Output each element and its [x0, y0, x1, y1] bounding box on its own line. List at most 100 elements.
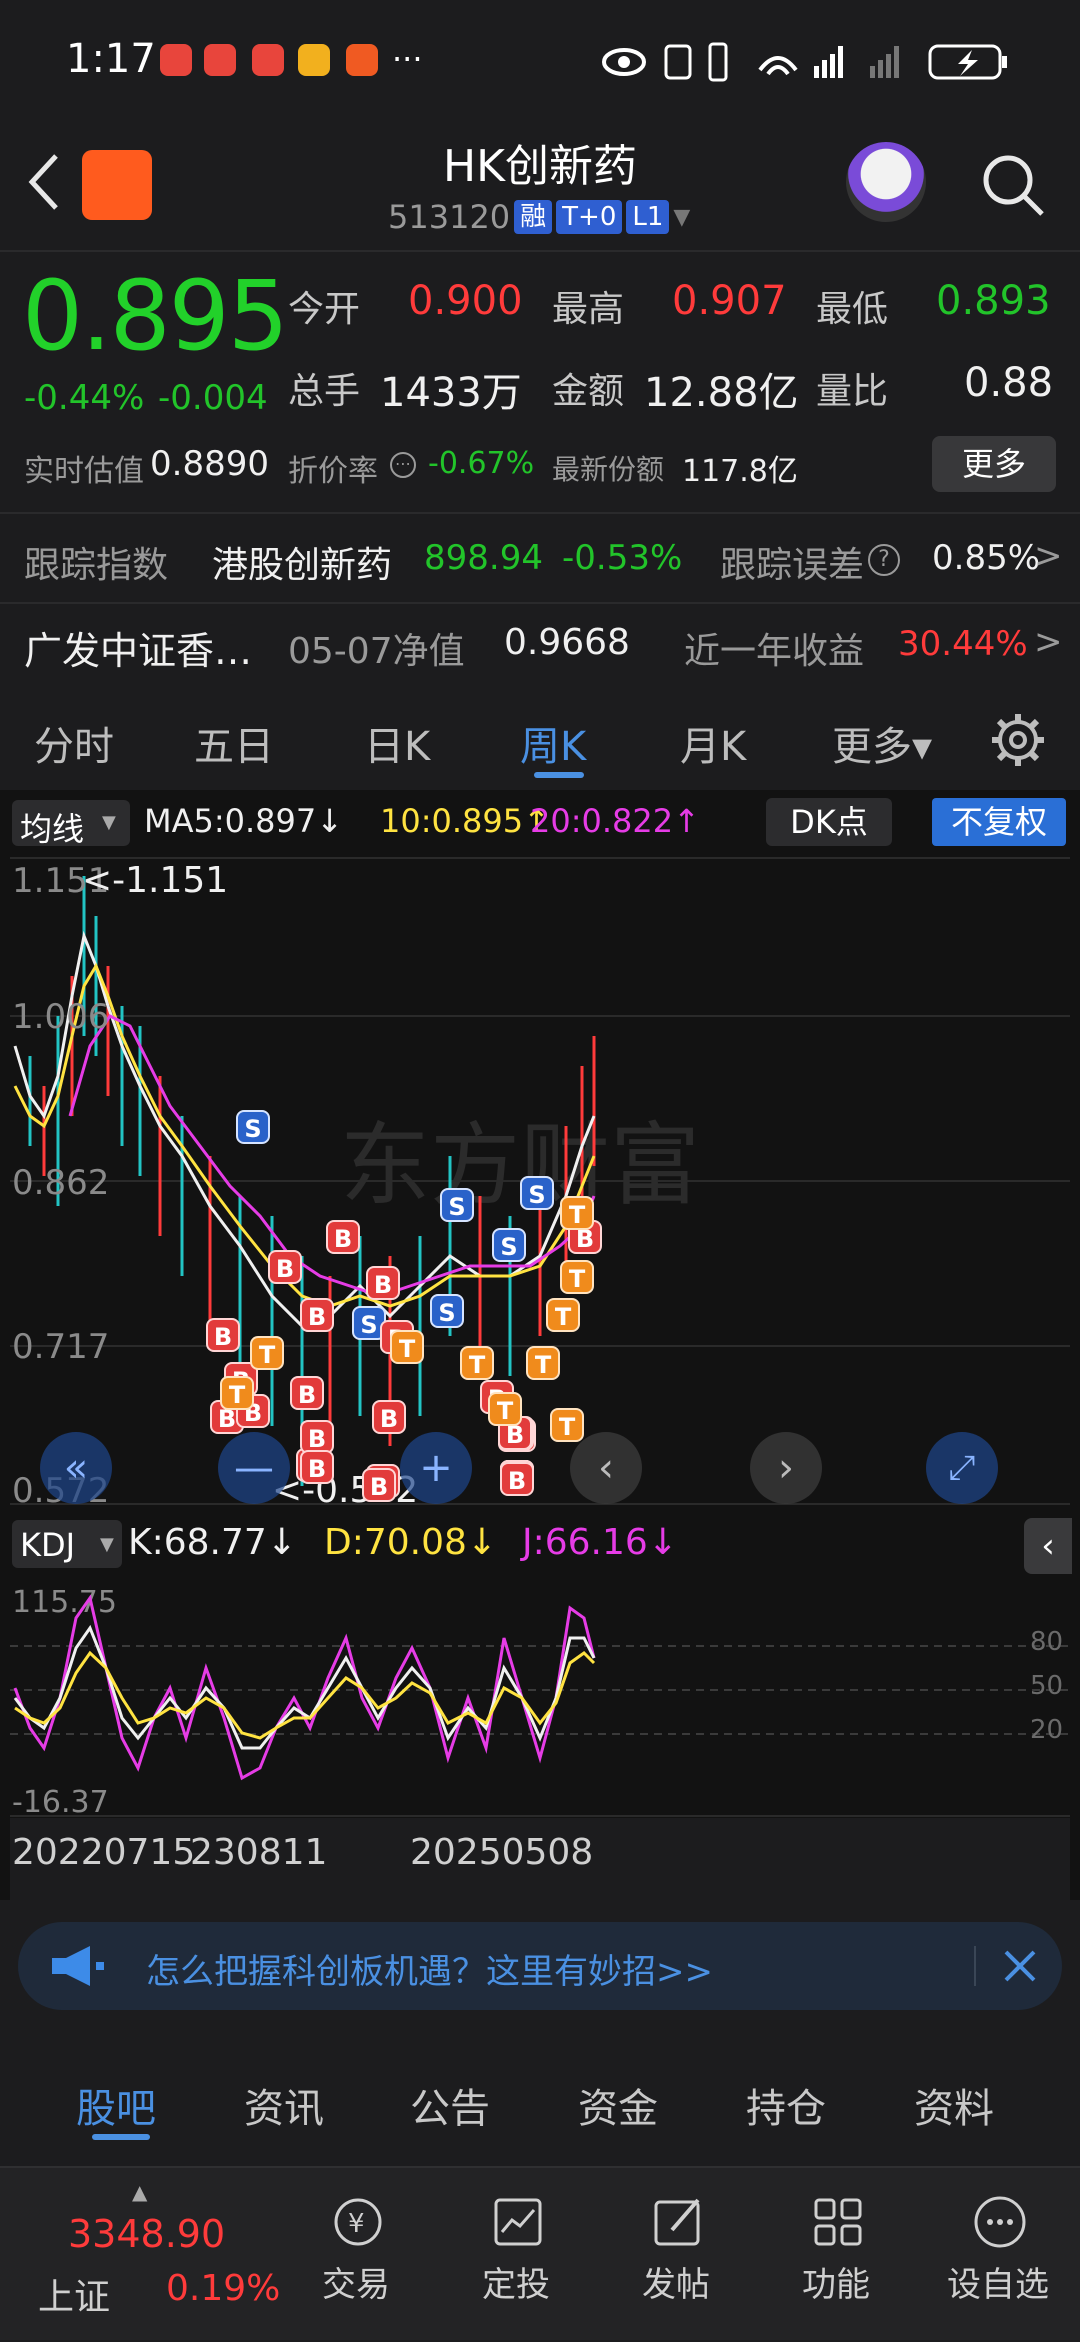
- app-notification-icon: [252, 44, 284, 76]
- tab-intraday[interactable]: 分时: [34, 714, 114, 772]
- fund-name: 广发中证香…: [24, 629, 253, 673]
- indicator-selector[interactable]: 均线 ▼: [12, 800, 130, 848]
- t-signal-marker[interactable]: T: [550, 1408, 584, 1442]
- tab-funds[interactable]: 资金: [578, 2076, 658, 2134]
- tab-holdings[interactable]: 持仓: [746, 2076, 826, 2134]
- sell-signal-marker[interactable]: S: [430, 1294, 464, 1328]
- collapse-panel-button[interactable]: ‹: [1024, 1518, 1072, 1574]
- buy-signal-marker[interactable]: B: [290, 1376, 324, 1410]
- promo-banner[interactable]: 怎么把握科创板机遇？这里有妙招>>: [18, 1922, 1062, 2010]
- sell-signal-marker[interactable]: S: [440, 1188, 474, 1222]
- sell-signal-marker[interactable]: S: [236, 1110, 270, 1144]
- grid-icon: [814, 2198, 862, 2246]
- tab-forum[interactable]: 股吧: [76, 2076, 156, 2134]
- volume-ratio-value: 0.88: [964, 360, 1054, 406]
- kdj-j-value: J:66.16↓: [522, 1522, 678, 1563]
- high-label: 最高: [552, 289, 625, 330]
- shares-value: 117.8亿: [682, 454, 798, 489]
- buy-signal-marker[interactable]: B: [206, 1318, 240, 1352]
- scroll-left-button[interactable]: ‹: [570, 1432, 642, 1504]
- nav-value: 0.9668: [504, 622, 630, 663]
- nav-trade[interactable]: ¥ 交易: [286, 2168, 426, 2342]
- buy-signal-marker[interactable]: B: [326, 1220, 360, 1254]
- buy-signal-marker[interactable]: B: [372, 1400, 406, 1434]
- t-signal-marker[interactable]: T: [560, 1196, 594, 1230]
- x-label-1: 230811: [190, 1832, 328, 1873]
- buy-signal-marker[interactable]: B: [500, 1462, 534, 1496]
- status-icons: [602, 42, 1007, 82]
- tracking-error-label: 跟踪误差: [720, 545, 865, 586]
- t-signal-marker[interactable]: T: [488, 1392, 522, 1426]
- tracking-row[interactable]: 跟踪指数 港股创新药 898.94 -0.53% 跟踪误差 ? 0.85% >: [0, 520, 1080, 600]
- adjust-button[interactable]: 不复权: [932, 798, 1066, 846]
- year-return-value: 30.44%: [898, 624, 1028, 664]
- buy-signal-marker[interactable]: B: [300, 1298, 334, 1332]
- tab-five-day[interactable]: 五日: [194, 714, 274, 772]
- t-signal-marker[interactable]: T: [250, 1336, 284, 1370]
- t-signal-marker[interactable]: T: [220, 1376, 254, 1410]
- kdj-level-20: 20: [1030, 1715, 1063, 1745]
- zoom-out-button[interactable]: —: [218, 1432, 290, 1504]
- x-axis: 20220715 230811 20250508: [10, 1818, 1070, 1900]
- trade-icon: ¥: [334, 2198, 382, 2246]
- t-signal-marker[interactable]: T: [460, 1346, 494, 1380]
- kdj-k-value: K:68.77↓: [128, 1522, 297, 1563]
- more-button[interactable]: 更多: [932, 436, 1056, 492]
- premium-value: -0.67%: [428, 446, 535, 481]
- index-pct: 0.19%: [166, 2268, 281, 2309]
- tab-monthly-k[interactable]: 月K: [680, 714, 746, 772]
- nav-trade-label: 交易: [322, 2265, 390, 2305]
- edit-icon: [654, 2198, 700, 2246]
- tab-announcements[interactable]: 公告: [410, 2076, 490, 2134]
- high-value: 0.907: [672, 278, 787, 324]
- robot-assistant-icon[interactable]: [846, 142, 926, 222]
- fullscreen-button[interactable]: ⤢: [926, 1432, 998, 1504]
- buy-signal-marker[interactable]: B: [268, 1250, 302, 1284]
- nav-post[interactable]: 发帖: [606, 2168, 746, 2342]
- zoom-in-button[interactable]: +: [400, 1432, 472, 1504]
- tab-news[interactable]: 资讯: [244, 2076, 324, 2134]
- kdj-j-line: [13, 1594, 596, 1781]
- t-signal-marker[interactable]: T: [560, 1260, 594, 1294]
- buy-signal-marker[interactable]: B: [300, 1450, 334, 1484]
- kdj-selector[interactable]: KDJ ▼: [12, 1520, 122, 1568]
- close-icon[interactable]: [1002, 1948, 1038, 1984]
- nav-functions[interactable]: 功能: [766, 2168, 906, 2342]
- t-signal-marker[interactable]: T: [546, 1298, 580, 1332]
- dk-point-button[interactable]: DK点: [766, 798, 892, 846]
- index-name: 上证: [38, 2277, 111, 2318]
- tab-weekly-k[interactable]: 周K: [520, 714, 586, 772]
- tab-profile[interactable]: 资料: [914, 2076, 994, 2134]
- scroll-left-fast-button[interactable]: «: [40, 1432, 112, 1504]
- kdj-chart[interactable]: 115.75 -16.37 80 50 20: [10, 1578, 1070, 1818]
- buy-signal-marker[interactable]: B: [362, 1468, 396, 1502]
- change-pct: -0.44%: [24, 378, 145, 418]
- nav-add-watchlist[interactable]: 设自选: [928, 2168, 1068, 2342]
- help-icon[interactable]: ?: [868, 544, 900, 576]
- app-notification-icon: [346, 44, 378, 76]
- buy-signal-marker[interactable]: B: [366, 1266, 400, 1300]
- t-signal-marker[interactable]: T: [526, 1346, 560, 1380]
- nav-functions-label: 功能: [802, 2265, 870, 2305]
- index-ticker[interactable]: ▲ 3348.90 上证 0.19%: [20, 2168, 280, 2342]
- fund-row[interactable]: 广发中证香… 05-07净值 0.9668 近一年收益 30.44% >: [0, 606, 1080, 686]
- megaphone-icon: [52, 1946, 104, 1986]
- t-signal-marker[interactable]: T: [390, 1330, 424, 1364]
- bottom-nav: ▲ 3348.90 上证 0.19% ¥ 交易 定投 发帖 功能 设自选: [0, 2166, 1080, 2340]
- info-icon[interactable]: ⋯: [390, 452, 416, 478]
- stock-code-row[interactable]: 513120 融 T+0 L1 ▼: [388, 198, 690, 236]
- nav-label: 05-07净值: [288, 631, 465, 672]
- scroll-right-button[interactable]: ›: [750, 1432, 822, 1504]
- nav-invest-plan[interactable]: 定投: [446, 2168, 586, 2342]
- open-label: 今开: [288, 289, 361, 330]
- search-icon[interactable]: [978, 150, 1048, 220]
- sell-signal-marker[interactable]: S: [520, 1176, 554, 1210]
- status-bar: 1:17 ···: [0, 0, 1080, 120]
- l1-tag: L1: [626, 200, 670, 234]
- tab-more[interactable]: 更多▾: [832, 714, 932, 772]
- sell-signal-marker[interactable]: S: [492, 1228, 526, 1262]
- tab-daily-k[interactable]: 日K: [364, 714, 430, 772]
- svg-text:¥: ¥: [348, 2209, 365, 2239]
- gear-icon[interactable]: [990, 712, 1046, 768]
- buy-signal-marker[interactable]: B: [300, 1420, 334, 1454]
